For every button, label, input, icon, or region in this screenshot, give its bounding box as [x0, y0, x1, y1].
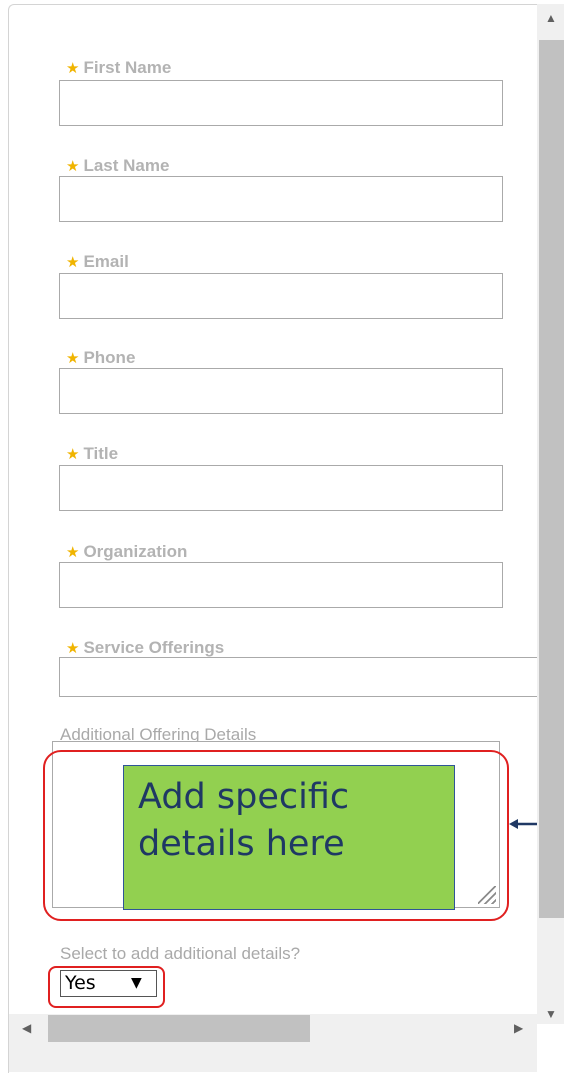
callout-note: Add specific details here: [123, 765, 455, 910]
star-icon: ★: [66, 446, 80, 463]
phone-input[interactable]: [59, 368, 503, 414]
vertical-scroll-thumb[interactable]: [539, 40, 564, 918]
last-name-label: ★ Last Name: [66, 156, 170, 175]
last-name-input[interactable]: [59, 176, 503, 222]
additional-details-select[interactable]: Yes ▼: [60, 970, 157, 997]
title-input[interactable]: [59, 465, 503, 511]
star-icon: ★: [66, 60, 80, 77]
first-name-label: ★ First Name: [66, 58, 172, 77]
title-label: ★ Title: [66, 444, 119, 463]
select-label: Select to add additional details?: [60, 944, 301, 963]
organization-label: ★ Organization: [66, 542, 188, 561]
scroll-right-icon[interactable]: ▶: [514, 1022, 523, 1034]
star-icon: ★: [66, 350, 80, 367]
email-input[interactable]: [59, 273, 503, 319]
scroll-down-icon[interactable]: ▼: [545, 1008, 557, 1020]
star-icon: ★: [66, 158, 80, 175]
service-offerings-label: ★ Service Offerings: [66, 638, 225, 657]
select-value: Yes: [65, 972, 96, 994]
star-icon: ★: [66, 254, 80, 271]
phone-label: ★ Phone: [66, 348, 136, 367]
scroll-left-icon[interactable]: ◀: [22, 1022, 31, 1034]
service-offerings-input[interactable]: [59, 657, 539, 697]
organization-input[interactable]: [59, 562, 503, 608]
scroll-up-icon[interactable]: ▲: [545, 12, 557, 24]
triangle-down-icon: ▼: [131, 975, 142, 991]
star-icon: ★: [66, 640, 80, 657]
horizontal-scroll-thumb[interactable]: [48, 1015, 310, 1042]
first-name-input[interactable]: [59, 80, 503, 126]
star-icon: ★: [66, 544, 80, 561]
email-label: ★ Email: [66, 252, 129, 271]
